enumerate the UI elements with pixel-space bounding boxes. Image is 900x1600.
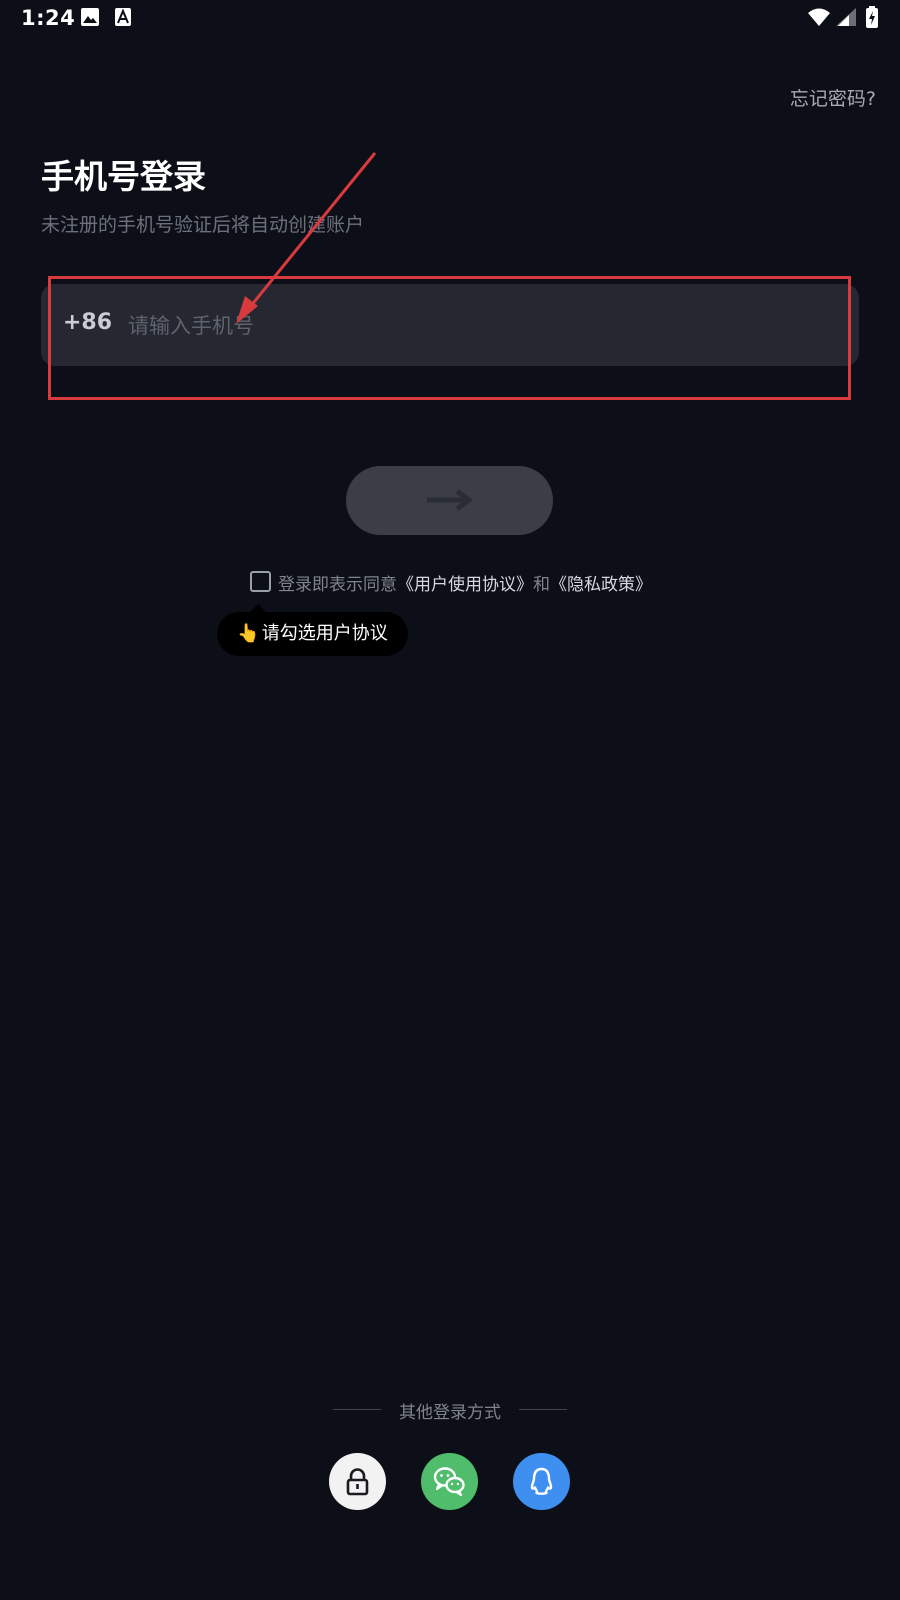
login-screen: 1:24 忘记密码? 手机号登录 未注册的手机号验证后将自动创建账户 +86 请… — [0, 0, 900, 1600]
tooltip-text: 请勾选用户协议 — [261, 623, 388, 644]
divider-left — [333, 1409, 381, 1410]
status-time: 1:24 — [21, 6, 76, 30]
lock-icon — [346, 1468, 369, 1496]
wifi-icon — [808, 8, 830, 30]
arrow-right-icon — [427, 489, 473, 511]
status-bar: 1:24 — [0, 0, 900, 36]
next-button[interactable] — [346, 466, 553, 535]
page-subtitle: 未注册的手机号验证后将自动创建账户 — [41, 214, 365, 236]
agreement-text: 登录即表示同意《用户使用协议》和《隐私政策》 — [278, 570, 652, 595]
image-icon — [81, 8, 99, 30]
other-login-label: 其他登录方式 — [399, 1403, 501, 1423]
pointing-hand-icon: 👆 — [237, 623, 260, 644]
qq-login-button[interactable] — [513, 1453, 570, 1510]
wechat-login-button[interactable] — [421, 1453, 478, 1510]
tooltip-pointer — [249, 604, 267, 613]
signal-icon — [836, 8, 856, 30]
forgot-password-link[interactable]: 忘记密码? — [790, 84, 876, 111]
phone-field[interactable]: +86 — [41, 284, 859, 366]
wechat-icon — [433, 1467, 465, 1497]
battery-charging-icon — [866, 6, 878, 32]
agreement-and: 和 — [533, 575, 550, 595]
country-code[interactable]: +86 — [63, 310, 112, 335]
agreement-checkbox[interactable] — [250, 571, 271, 592]
privacy-policy-link[interactable]: 《隐私政策》 — [550, 575, 652, 595]
password-login-button[interactable] — [329, 1453, 386, 1510]
agreement-prefix: 登录即表示同意 — [278, 575, 397, 595]
agreement-tooltip: 👆 请勾选用户协议 — [217, 604, 408, 656]
phone-input[interactable] — [126, 300, 830, 352]
divider-right — [519, 1409, 567, 1410]
text-a-icon — [115, 8, 131, 30]
user-agreement-link[interactable]: 《用户使用协议》 — [397, 575, 533, 595]
qq-icon — [530, 1467, 553, 1495]
page-title: 手机号登录 — [41, 157, 206, 196]
